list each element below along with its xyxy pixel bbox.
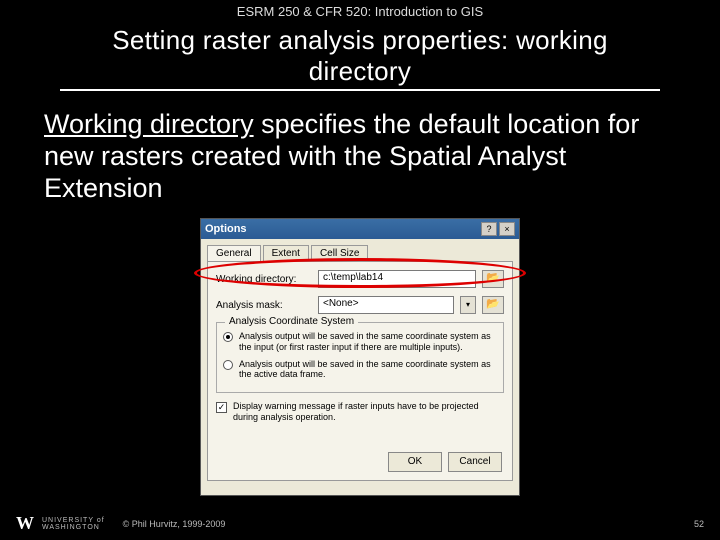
analysis-mask-row: Analysis mask: <None> ▾ 📂 xyxy=(216,296,504,314)
slide: ESRM 250 & CFR 520: Introduction to GIS … xyxy=(0,0,720,540)
browse-folder-icon[interactable]: 📂 xyxy=(482,270,504,288)
radio-same-as-frame[interactable] xyxy=(223,360,233,370)
browse-mask-icon[interactable]: 📂 xyxy=(482,296,504,314)
dialog-button-row: OK Cancel xyxy=(388,452,502,472)
tab-cellsize[interactable]: Cell Size xyxy=(311,245,368,261)
working-directory-label: Working directory: xyxy=(216,274,312,285)
dialog-title: Options xyxy=(205,223,479,235)
page-number: 52 xyxy=(694,519,704,529)
dialog-titlebar[interactable]: Options ? × xyxy=(201,219,519,239)
options-dialog: Options ? × General Extent Cell Size Wor… xyxy=(200,218,520,496)
working-directory-row: Working directory: c:\temp\lab14 📂 xyxy=(216,270,504,288)
course-header: ESRM 250 & CFR 520: Introduction to GIS xyxy=(0,0,720,19)
uw-brand: W UNIVERSITY of WASHINGTON © Phil Hurvit… xyxy=(16,513,225,534)
uw-wordmark: UNIVERSITY of WASHINGTON xyxy=(42,517,105,531)
ok-button[interactable]: OK xyxy=(388,452,442,472)
working-directory-input[interactable]: c:\temp\lab14 xyxy=(318,270,476,288)
warning-checkbox[interactable]: ✓ xyxy=(216,402,227,413)
tab-extent[interactable]: Extent xyxy=(263,245,309,261)
chevron-down-icon[interactable]: ▾ xyxy=(460,296,476,314)
uw-line1: UNIVERSITY of xyxy=(42,517,105,524)
analysis-mask-select[interactable]: <None> xyxy=(318,296,454,314)
slide-footer: W UNIVERSITY of WASHINGTON © Phil Hurvit… xyxy=(16,513,704,534)
cancel-button[interactable]: Cancel xyxy=(448,452,502,472)
help-icon[interactable]: ? xyxy=(481,222,497,236)
uw-logo-icon: W xyxy=(16,513,34,534)
copyright-text: © Phil Hurvitz, 1999-2009 xyxy=(123,519,226,529)
radio-same-as-frame-label: Analysis output will be saved in the sam… xyxy=(239,359,497,381)
tab-strip: General Extent Cell Size xyxy=(201,239,519,261)
slide-title: Setting raster analysis properties: work… xyxy=(60,25,660,87)
coord-system-group: Analysis Coordinate System Analysis outp… xyxy=(216,322,504,393)
uw-line2: WASHINGTON xyxy=(42,524,100,531)
warning-check-row[interactable]: ✓ Display warning message if raster inpu… xyxy=(216,401,504,423)
radio-same-as-frame-row[interactable]: Analysis output will be saved in the sam… xyxy=(223,359,497,381)
tab-panel-general: Working directory: c:\temp\lab14 📂 Analy… xyxy=(207,261,513,481)
coord-system-group-title: Analysis Coordinate System xyxy=(225,316,358,327)
warning-check-label: Display warning message if raster inputs… xyxy=(233,401,504,423)
radio-same-as-input-label: Analysis output will be saved in the sam… xyxy=(239,331,497,353)
radio-same-as-input[interactable] xyxy=(223,332,233,342)
body-paragraph: Working directory specifies the default … xyxy=(0,91,720,205)
title-rule: Setting raster analysis properties: work… xyxy=(60,25,660,91)
radio-same-as-input-row[interactable]: Analysis output will be saved in the sam… xyxy=(223,331,497,353)
tab-general[interactable]: General xyxy=(207,245,261,261)
analysis-mask-label: Analysis mask: xyxy=(216,300,312,311)
close-icon[interactable]: × xyxy=(499,222,515,236)
term-underlined: Working directory xyxy=(44,109,254,139)
